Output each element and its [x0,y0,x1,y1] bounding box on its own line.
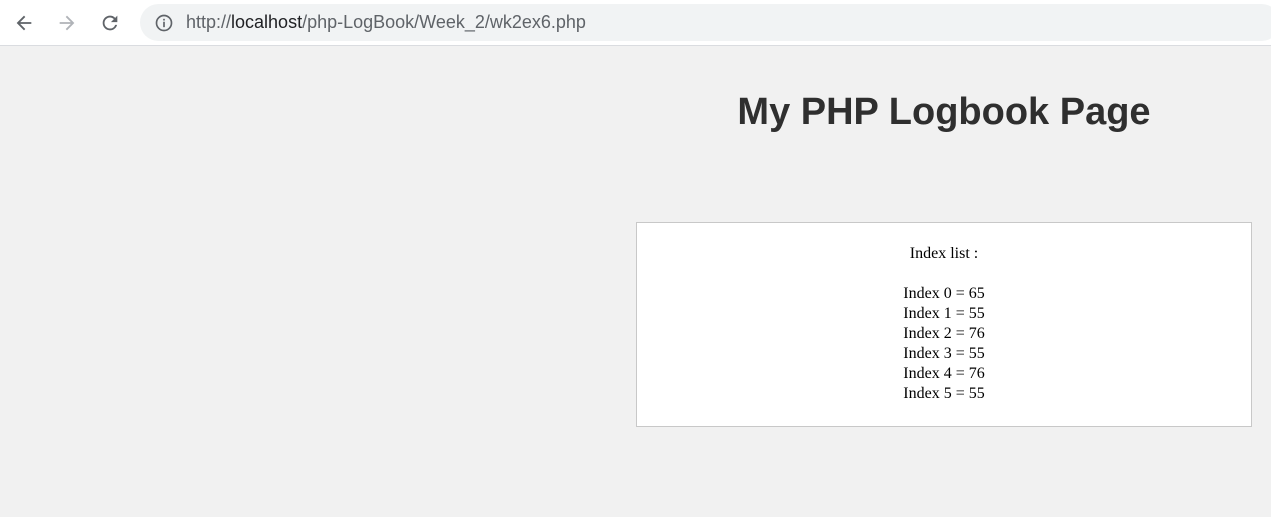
list-item: Index 3 = 55 [903,345,985,362]
list-heading: Index list : [909,245,979,262]
page-content: My PHP Logbook Page Index list : Index 0… [0,47,1271,517]
back-arrow-icon [16,15,32,31]
url-text[interactable]: http://localhost/php-LogBook/Week_2/wk2e… [186,4,586,41]
list-item: Index 2 = 76 [903,325,985,342]
url-prefix: http:// [186,12,232,32]
page-title: My PHP Logbook Page [737,91,1151,133]
reload-icon [102,15,118,31]
index-list-box: Index list : Index 0 = 65 Index 1 = 55 I… [636,222,1252,427]
index-list: Index 0 = 65 Index 1 = 55 Index 2 = 76 I… [637,284,1251,404]
url-path: /php-LogBook/Week_2/wk2ex6.php [302,12,586,32]
info-icon[interactable] [154,13,174,33]
back-button[interactable] [8,7,40,39]
forward-arrow-icon [59,15,75,31]
reload-button[interactable] [94,7,126,39]
list-item: Index 5 = 55 [903,385,985,402]
address-bar[interactable]: http://localhost/php-LogBook/Week_2/wk2e… [140,4,1271,41]
url-host: localhost [231,12,303,32]
list-item: Index 1 = 55 [903,305,985,322]
list-item: Index 0 = 65 [903,285,985,302]
browser-toolbar: http://localhost/php-LogBook/Week_2/wk2e… [0,0,1271,46]
list-item: Index 4 = 76 [903,365,985,382]
forward-button[interactable] [51,7,83,39]
